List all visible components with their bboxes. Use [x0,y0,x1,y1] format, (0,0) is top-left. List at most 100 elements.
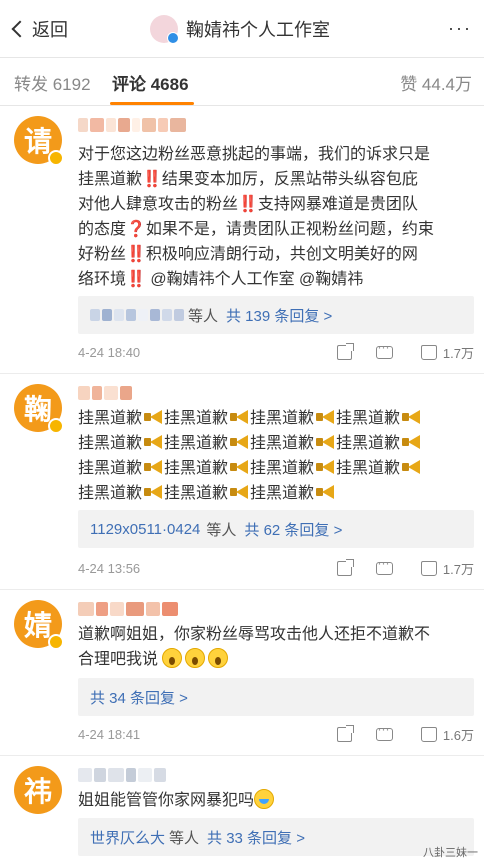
reply-suffix: 等人 [206,521,237,539]
thumbs-up-icon [420,726,437,742]
comment-line: 挂黑道歉 挂黑道歉 挂黑道歉 挂黑道歉 [78,431,476,456]
share-icon [336,558,354,576]
share-icon [336,724,354,742]
comment-time: 4-24 18:41 [78,726,141,742]
verified-badge-icon [48,418,64,434]
reply-users-blurred [90,309,184,321]
comment-line: 挂黑道歉 挂黑道歉 挂黑道歉 挂黑道歉 [78,456,476,481]
megaphone-icon [144,485,162,499]
megaphone-icon [402,435,420,449]
shocked-emoji-icon [162,648,183,668]
tab-bar: 转发 6192 评论 4686 赞 44.4万 [0,58,484,106]
megaphone-icon [144,435,162,449]
like-button[interactable]: 1.7万 [404,559,474,578]
username-blurred[interactable] [78,118,186,134]
comment-icon [375,340,393,359]
comment-text: 姐姐能管管你家网暴犯吗 [78,788,476,813]
username-blurred[interactable] [78,386,132,402]
reply-summary[interactable]: 世界仄么大 等人 共 33 条回复 > [78,818,474,856]
like-button[interactable]: 1.6万 [404,725,474,744]
comment-line: 挂黑道歉‼️结果变本加厉，反黑站带头纵容包庇 [78,171,418,188]
reply-button[interactable] [364,722,404,741]
back-button[interactable]: 返回 [8,14,68,44]
comment-time: 4-24 18:40 [78,344,141,360]
avatar[interactable]: 请 [14,116,64,166]
reply-summary[interactable]: 1129x0511·0424 等人 共 62 条回复 > [78,510,474,548]
nav-bar: 返回 鞠婧祎个人工作室 ··· [0,0,484,58]
comment-text: 挂黑道歉 挂黑道歉 挂黑道歉 挂黑道歉 挂黑道歉 挂黑道歉 挂黑道歉 挂黑道歉 挂黑道歉 挂黑… [78,406,476,506]
like-count: 1.7万 [442,561,474,577]
megaphone-icon [316,485,334,499]
comment-meta: 4-24 13:56 1.7万 [78,556,474,580]
comment-item: 请 对于您这边粉丝恶意挑起的事端，我们的诉求只是 挂黑道歉‼️结果变本加厉，反黑… [0,106,484,374]
page-title-text: 鞠婧祎个人工作室 [186,20,330,40]
comment-line: 合理吧我说 [78,647,476,672]
avatar[interactable]: 婧 [14,600,64,650]
reply-summary[interactable]: 共 34 条回复 > [78,678,474,716]
comment-text: 对于您这边粉丝恶意挑起的事端，我们的诉求只是 挂黑道歉‼️结果变本加厉，反黑站带… [78,142,476,292]
megaphone-icon [144,410,162,424]
tab-repost[interactable]: 转发 6192 [14,70,91,95]
reply-count-link[interactable]: 共 33 条回复 > [207,827,305,848]
share-button[interactable] [324,342,364,360]
back-label: 返回 [32,20,68,40]
megaphone-icon [316,410,334,424]
comment-item: 祎 姐姐能管管你家网暴犯吗 世界仄么大 等人 共 33 条回复 > [0,756,484,864]
reply-count-link[interactable]: 共 62 条回复 > [244,519,342,540]
comment-meta: 4-24 18:41 1.6万 [78,722,474,746]
megaphone-icon [230,460,248,474]
comment-line: 络环境‼️ @鞠婧祎个人工作室 @鞠婧祎 [78,271,364,288]
megaphone-icon [230,435,248,449]
comment-icon [375,722,393,741]
comment-line: 挂黑道歉 挂黑道歉 挂黑道歉 [78,481,476,506]
reply-button[interactable] [364,556,404,575]
avatar[interactable]: 鞠 [14,384,64,434]
comment-text: 道歉啊姐姐，你家粉丝辱骂攻击他人还拒不道歉不 合理吧我说 [78,622,476,672]
reply-count-link[interactable]: 共 139 条回复 > [226,305,332,326]
avatar-char: 祎 [23,776,52,807]
comment-icon [375,556,393,575]
watermark: 八卦三妹一 [423,847,478,859]
crying-emoji-icon [254,789,275,809]
more-icon[interactable]: ··· [448,18,472,39]
comment-line: 姐姐能管管你家网暴犯吗 [78,788,476,813]
share-button[interactable] [324,724,364,742]
like-count: 1.6万 [442,727,474,743]
shocked-emoji-icon [185,648,206,668]
comment-meta: 4-24 18:40 1.7万 [78,340,474,364]
reply-button[interactable] [364,340,404,359]
studio-avatar [150,15,179,44]
comment-line: 对他人肆意攻击的粉丝‼️支持网暴难道是贵团队 [78,196,418,213]
username-blurred[interactable] [78,768,166,784]
reply-suffix: 等人 [188,307,219,325]
megaphone-icon [316,460,334,474]
reply-user[interactable]: 1129x0511·0424 [90,521,200,538]
chevron-left-icon [11,20,29,38]
megaphone-icon [402,460,420,474]
shocked-emoji-icon [208,648,229,668]
thumbs-up-icon [420,344,437,360]
comment-line: 对于您这边粉丝恶意挑起的事端，我们的诉求只是 [78,146,431,163]
reply-suffix: 等人 [169,829,200,847]
tab-likes[interactable]: 赞 44.4万 [400,70,472,95]
comment-line: 好粉丝‼️积极响应清朗行动，共创文明美好的网 [78,246,418,263]
reply-summary[interactable]: 等人 共 139 条回复 > [78,296,474,334]
like-button[interactable]: 1.7万 [404,343,474,362]
megaphone-icon [230,410,248,424]
comment-item: 婧 道歉啊姐姐，你家粉丝辱骂攻击他人还拒不道歉不 合理吧我说 共 34 条回复 … [0,590,484,756]
comment-time: 4-24 13:56 [78,560,141,576]
verified-badge-icon [48,634,64,650]
active-tab-indicator [110,102,194,105]
comment-line: 道歉啊姐姐，你家粉丝辱骂攻击他人还拒不道歉不 [78,626,431,643]
avatar[interactable]: 祎 [14,766,62,814]
thumbs-up-icon [420,560,437,576]
comment-item: 鞠 挂黑道歉 挂黑道歉 挂黑道歉 挂黑道歉 挂黑道歉 挂黑道歉 挂黑道歉 挂黑道歉 挂黑道歉… [0,374,484,590]
reply-count-link[interactable]: 共 34 条回复 > [90,687,188,708]
username-blurred[interactable] [78,602,178,618]
megaphone-icon [402,410,420,424]
share-icon [336,342,354,360]
tab-comments[interactable]: 评论 4686 [112,70,189,95]
reply-user[interactable]: 世界仄么大 [90,827,165,848]
share-button[interactable] [324,558,364,576]
verified-badge-icon [48,150,64,166]
